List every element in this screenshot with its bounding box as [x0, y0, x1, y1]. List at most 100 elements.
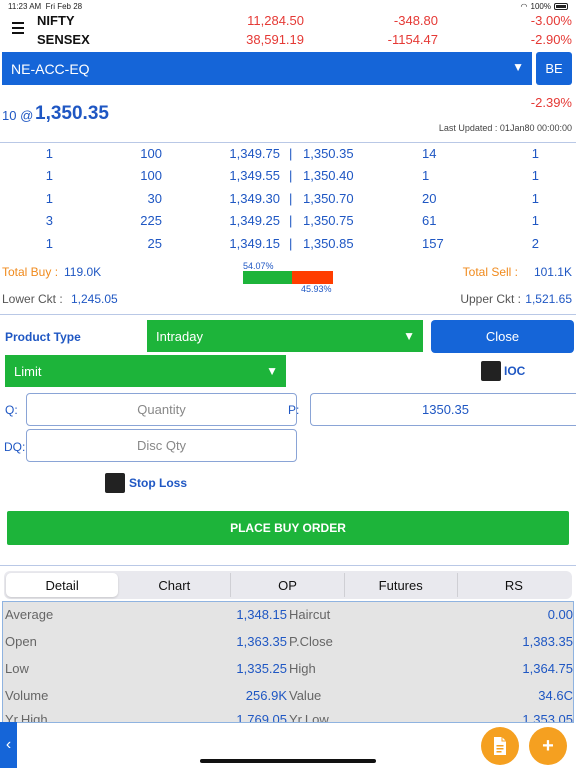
index-percent-nifty: -3.00% — [530, 13, 572, 28]
bid-price[interactable]: 1,349.75 — [229, 146, 280, 161]
back-button[interactable]: ‹ — [0, 722, 17, 768]
buy-percent-label: 54.07% — [243, 261, 274, 271]
depth-separator: | — [289, 146, 293, 161]
detail-tabs: Detail Chart OP Futures RS — [4, 571, 572, 599]
tab-op[interactable]: OP — [231, 573, 345, 597]
disc-qty-field-label: DQ: — [4, 440, 26, 454]
detail-value: 1,363.35 — [236, 634, 287, 649]
ask-orders: 1 — [531, 213, 539, 228]
last-traded-price: 1,350.35 — [35, 103, 109, 124]
quote-percent-change: -2.39% — [530, 95, 572, 110]
bid-qty: 100 — [140, 146, 162, 161]
status-time: 11:23 AM Fri Feb 28 — [8, 2, 83, 11]
place-buy-order-button[interactable]: PLACE BUY ORDER — [7, 511, 569, 545]
detail-panel: Average 1,348.15 Haircut 0.00 Open 1,363… — [2, 601, 574, 723]
order-type-select[interactable]: Limit ▼ — [5, 355, 286, 387]
menu-icon[interactable] — [12, 22, 24, 37]
home-indicator[interactable] — [200, 759, 376, 763]
ask-price[interactable]: 1,350.70 — [303, 191, 354, 206]
detail-row: Yr.High 1,769.05 Yr.Low 1,353.05 — [3, 712, 573, 723]
depth-separator: | — [289, 168, 293, 183]
detail-value: 1,335.25 — [236, 661, 287, 676]
close-button[interactable]: Close — [431, 320, 574, 353]
quantity-field-label: Q: — [5, 403, 18, 417]
stop-loss-label: Stop Loss — [129, 476, 188, 490]
tab-chart[interactable]: Chart — [118, 573, 232, 597]
depth-separator: | — [289, 213, 293, 228]
caret-down-icon: ▼ — [266, 364, 278, 378]
orders-button[interactable] — [481, 727, 519, 765]
tab-detail[interactable]: Detail — [6, 573, 119, 597]
product-type-value: Intraday — [156, 328, 203, 344]
bid-price[interactable]: 1,349.25 — [229, 213, 280, 228]
detail-row: Volume 256.9K Value 34.6C — [3, 688, 573, 708]
chevron-left-icon: ‹ — [5, 736, 12, 753]
detail-value: 1,383.35 — [522, 634, 573, 649]
bid-price[interactable]: 1,349.15 — [229, 236, 280, 251]
bid-orders: 3 — [45, 213, 53, 228]
quantity-input[interactable]: Quantity — [26, 393, 297, 426]
ask-orders: 1 — [531, 146, 539, 161]
order-type-value: Limit — [14, 363, 42, 379]
detail-label: P.Close — [289, 634, 333, 649]
last-updated-text: Last Updated : 01Jan80 00:00:00 — [438, 123, 572, 133]
detail-value: 1,769.05 — [236, 712, 287, 723]
index-change-nifty: -348.80 — [393, 13, 438, 28]
bid-qty: 30 — [147, 191, 162, 206]
be-button[interactable]: BE — [536, 52, 572, 85]
index-change-sensex: -1154.47 — [387, 32, 438, 47]
lower-circuit-value: 1,245.05 — [71, 292, 118, 306]
ask-qty: 20 — [422, 191, 437, 206]
tab-futures[interactable]: Futures — [345, 573, 458, 597]
tab-rs[interactable]: RS — [458, 573, 570, 597]
product-type-select[interactable]: Intraday ▼ — [147, 320, 423, 352]
depth-row: 1 25 1,349.15 | 1,350.85 157 2 — [0, 236, 576, 256]
total-sell-value: 101.1K — [533, 265, 572, 279]
detail-row: Open 1,363.35 P.Close 1,383.35 — [3, 634, 573, 654]
detail-value: 1,348.15 — [236, 607, 287, 622]
detail-label: Open — [5, 634, 37, 649]
stop-loss-checkbox[interactable] — [105, 473, 125, 493]
index-value-nifty: 11,284.50 — [247, 13, 304, 28]
ask-orders: 2 — [531, 236, 539, 251]
ask-price[interactable]: 1,350.85 — [303, 236, 354, 251]
disc-qty-input[interactable]: Disc Qty — [26, 429, 297, 462]
price-input[interactable]: 1350.35 — [310, 393, 576, 426]
depth-row: 3 225 1,349.25 | 1,350.75 61 1 — [0, 213, 576, 233]
caret-down-icon: ▼ — [403, 329, 415, 343]
upper-circuit-label: Upper Ckt : — [460, 292, 521, 306]
depth-separator: | — [289, 236, 293, 251]
detail-label: Haircut — [289, 607, 331, 622]
symbol-select[interactable]: NE-ACC-EQ ▼ — [2, 52, 532, 85]
ask-price[interactable]: 1,350.35 — [303, 146, 354, 161]
bid-qty: 225 — [140, 213, 162, 228]
ask-orders: 1 — [531, 191, 539, 206]
sell-percent-label: 45.93% — [301, 284, 332, 294]
symbol-label: NE-ACC-EQ — [11, 60, 90, 77]
bid-qty: 25 — [147, 236, 162, 251]
lower-circuit-label: Lower Ckt : — [2, 292, 63, 306]
product-type-label: Product Type — [5, 330, 81, 344]
ask-qty: 61 — [422, 213, 437, 228]
detail-label: Yr.Low — [289, 712, 329, 723]
ask-price[interactable]: 1,350.40 — [303, 168, 354, 183]
detail-row: Low 1,335.25 High 1,364.75 — [3, 661, 573, 681]
detail-label: Value — [289, 688, 322, 703]
divider — [0, 565, 576, 566]
ask-price[interactable]: 1,350.75 — [303, 213, 354, 228]
bid-price[interactable]: 1,349.55 — [229, 168, 280, 183]
plus-icon: + — [542, 734, 554, 757]
index-value-sensex: 38,591.19 — [246, 32, 304, 47]
divider — [0, 314, 576, 315]
detail-value: 0.00 — [547, 607, 573, 622]
total-buy-label: Total Buy : — [2, 265, 59, 279]
status-right: ◠ 100% — [521, 2, 568, 11]
bid-orders: 1 — [45, 146, 53, 161]
sell-ratio-bar — [292, 271, 333, 284]
ioc-checkbox[interactable] — [481, 361, 501, 381]
ask-qty: 14 — [422, 146, 437, 161]
add-button[interactable]: + — [529, 727, 567, 765]
bid-price[interactable]: 1,349.30 — [229, 191, 280, 206]
depth-row: 1 100 1,349.55 | 1,350.40 1 1 — [0, 168, 576, 188]
ask-qty: 157 — [422, 236, 444, 251]
